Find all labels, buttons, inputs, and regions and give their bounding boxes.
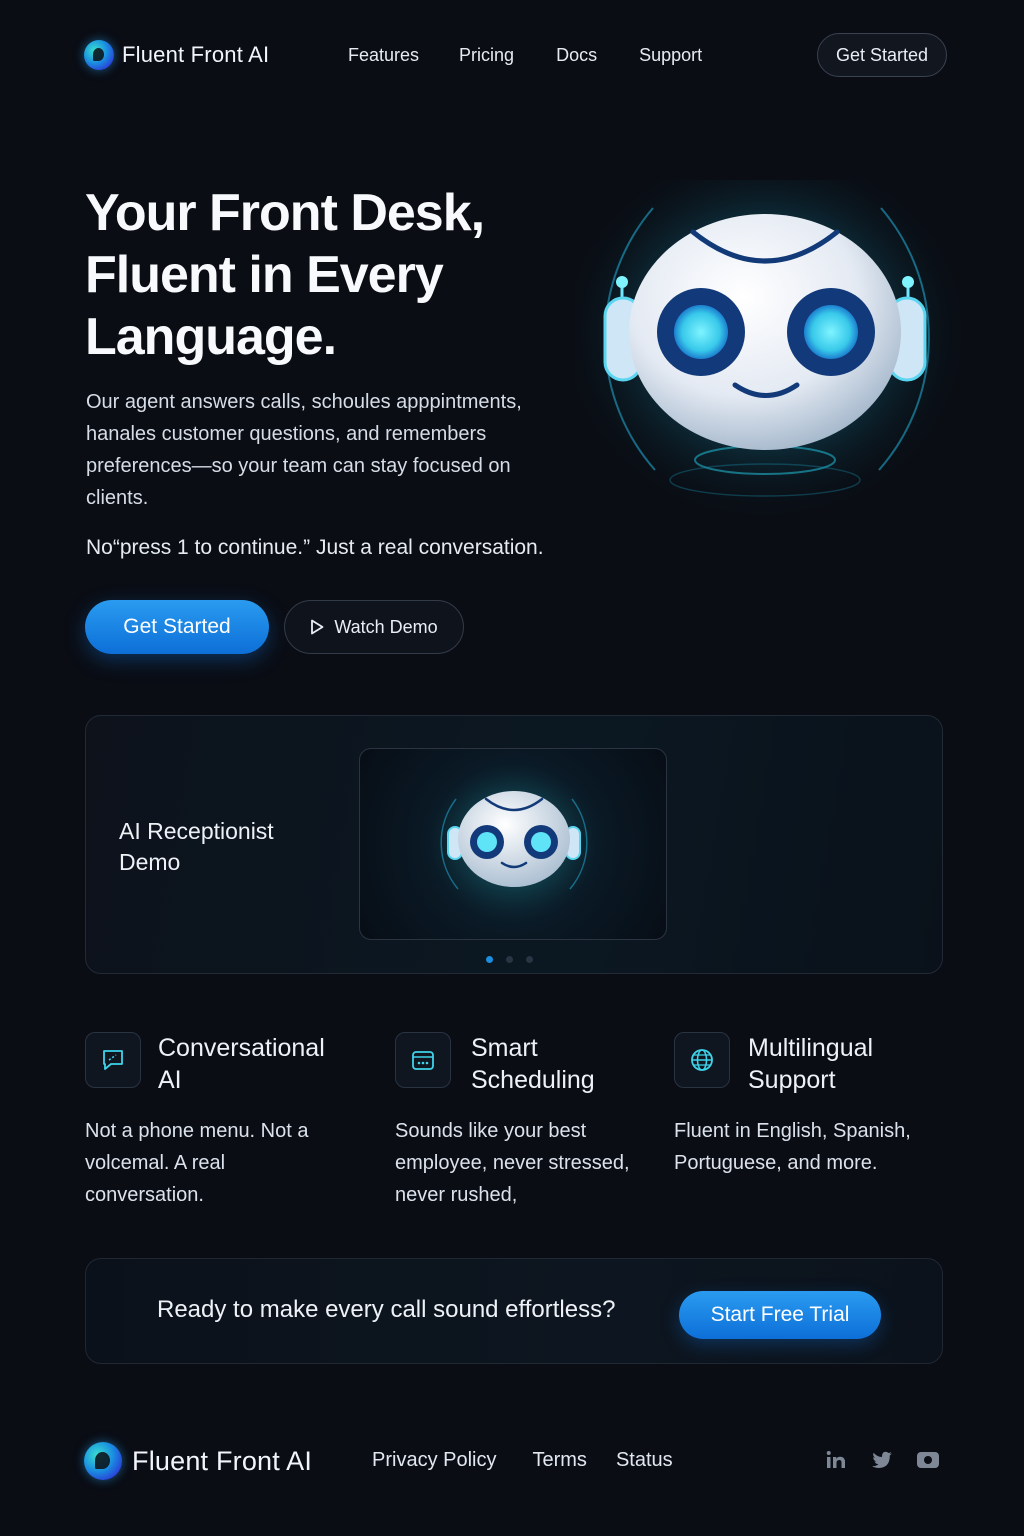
start-free-trial-button[interactable]: Start Free Trial (679, 1291, 881, 1339)
play-icon (311, 619, 324, 635)
feature-description: Not a phone menu. Not a volcemal. A real… (85, 1120, 309, 1206)
feature-description: Sounds like your best employee, never st… (395, 1120, 630, 1206)
nav-link-docs[interactable]: Docs (556, 45, 597, 66)
globe-icon (674, 1032, 730, 1088)
linkedin-icon[interactable] (824, 1448, 848, 1472)
demo-card: AI Receptionist Demo (85, 715, 943, 974)
get-started-button[interactable]: Get Started (85, 600, 269, 654)
footer-links: Privacy Policy Terms Status (372, 1449, 673, 1472)
chat-bubble-icon (85, 1032, 141, 1088)
hero-tagline: No“press 1 to continue.” Just a real con… (86, 536, 544, 559)
youtube-icon[interactable] (916, 1448, 940, 1472)
hero-title: Your Front Desk, Fluent in Every Languag… (85, 182, 555, 368)
calendar-icon (395, 1032, 451, 1088)
robot-illustration (565, 155, 965, 525)
footer-brand-name: Fluent Front AI (132, 1445, 313, 1476)
hero-title-line: Language. (85, 308, 337, 366)
feature-title: Multilingual Support (748, 1034, 874, 1094)
footer-link-terms[interactable]: Terms (532, 1449, 586, 1472)
robot-thumbnail-icon (419, 756, 609, 926)
nav-links: Features Pricing Docs Support (348, 45, 702, 66)
feature-conversational-ai: Conversational AI Not a phone menu. Not … (85, 1032, 355, 1212)
brand[interactable]: Fluent Front AI (84, 40, 269, 70)
footer-link-privacy[interactable]: Privacy Policy (372, 1449, 496, 1472)
social-links (824, 1448, 940, 1472)
nav-link-features[interactable]: Features (348, 45, 419, 66)
demo-title: AI Receptionist Demo (119, 818, 274, 875)
carousel-dot[interactable] (506, 956, 513, 963)
brand-name: Fluent Front AI (122, 42, 270, 67)
cta-banner: Ready to make every call sound effortles… (85, 1258, 943, 1364)
carousel-dot[interactable] (526, 956, 533, 963)
carousel-dot[interactable] (486, 956, 493, 963)
hero-title-line: Fluent in Every (85, 246, 444, 304)
twitter-icon[interactable] (870, 1448, 894, 1472)
footer-brand[interactable]: Fluent Front AI (84, 1442, 312, 1480)
nav-link-pricing[interactable]: Pricing (459, 45, 514, 66)
feature-description: Fluent in English, Spanish, Portuguese, … (674, 1120, 911, 1174)
watch-demo-button[interactable]: Watch Demo (284, 600, 464, 654)
footer-link-status[interactable]: Status (616, 1449, 673, 1472)
top-nav: Fluent Front AI Features Pricing Docs Su… (0, 0, 1024, 110)
logo-icon (84, 40, 114, 70)
feature-title: Conversational AI (158, 1034, 325, 1094)
feature-multilingual-support: Multilingual Support Fluent in English, … (674, 1032, 944, 1212)
nav-link-support[interactable]: Support (639, 45, 702, 66)
demo-video-player[interactable] (359, 748, 667, 940)
watch-demo-label: Watch Demo (334, 616, 438, 637)
cta-text: Ready to make every call sound effortles… (157, 1296, 616, 1323)
feature-smart-scheduling: Smart Scheduling Sounds like your best e… (395, 1032, 655, 1212)
nav-get-started-button[interactable]: Get Started (817, 33, 947, 77)
feature-title: Smart Scheduling (471, 1034, 595, 1094)
hero-title-line: Your Front Desk, (85, 184, 485, 242)
carousel-dots (486, 956, 533, 963)
hero-description: Our agent answers calls, schoules apppin… (86, 391, 522, 509)
logo-icon (84, 1442, 122, 1480)
